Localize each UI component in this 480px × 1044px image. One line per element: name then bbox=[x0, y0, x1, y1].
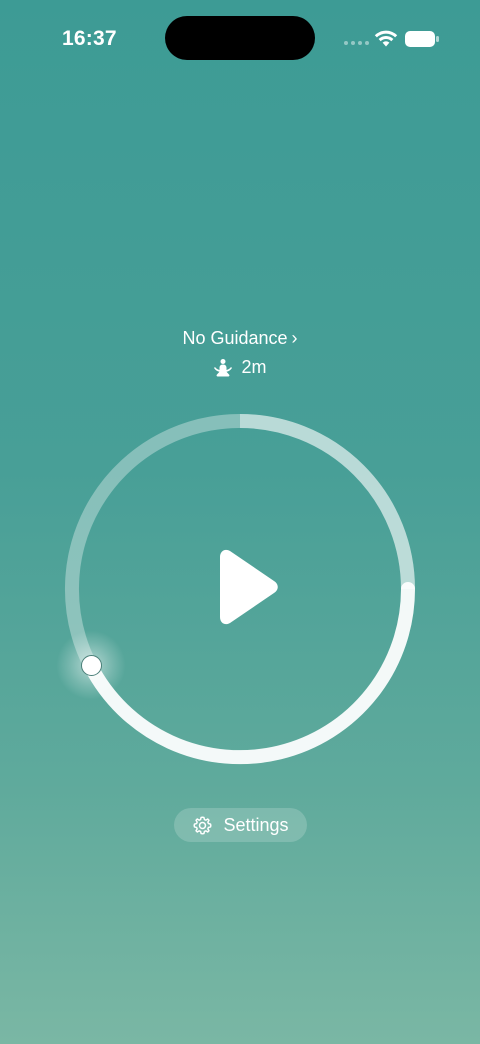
wifi-icon bbox=[374, 30, 398, 47]
guidance-label: No Guidance bbox=[182, 328, 288, 348]
battery-icon bbox=[405, 31, 439, 47]
dynamic-island bbox=[165, 16, 315, 60]
duration-label: 2m bbox=[241, 357, 267, 377]
dial-handle[interactable] bbox=[81, 655, 102, 676]
guidance-selector[interactable]: No Guidance › bbox=[0, 328, 480, 349]
status-time: 16:37 bbox=[62, 27, 117, 50]
play-icon[interactable] bbox=[212, 545, 292, 635]
session-duration: 2m bbox=[0, 357, 480, 378]
chevron-right-icon: › bbox=[291, 328, 298, 348]
gear-icon bbox=[193, 815, 213, 835]
status-bar: 16:37 bbox=[0, 0, 480, 80]
cellular-signal-icon bbox=[344, 41, 369, 45]
settings-label: Settings bbox=[223, 814, 289, 835]
settings-button[interactable]: Settings bbox=[174, 808, 307, 842]
meditate-icon bbox=[214, 358, 233, 376]
